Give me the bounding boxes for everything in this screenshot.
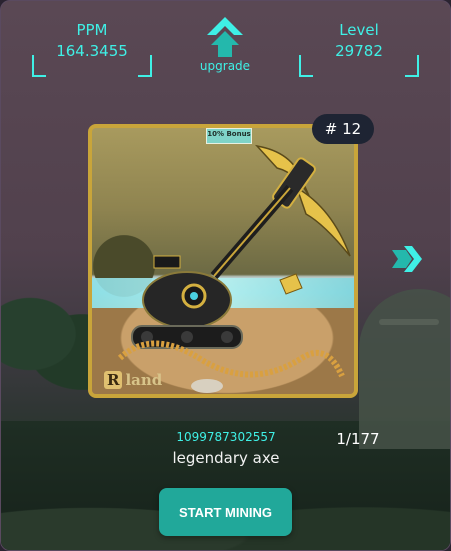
frame-corner-left (32, 55, 46, 77)
next-card-button[interactable] (390, 244, 424, 278)
upgrade-button[interactable]: upgrade (194, 15, 256, 85)
card-number-badge: # 12 (312, 114, 374, 144)
ppm-stat: PPM 164.3455 (32, 15, 152, 77)
token-id: 1099787302557 (176, 430, 276, 444)
ppm-label: PPM (76, 21, 108, 39)
double-chevron-right-icon (392, 246, 422, 272)
level-value: 29782 (335, 42, 383, 60)
mining-screen: PPM 164.3455 upgrade Level 29782 10% Bon… (0, 0, 451, 551)
frame-corner-right (138, 55, 152, 77)
level-label: Level (339, 21, 379, 39)
item-counter: 1/177 (336, 430, 380, 448)
background-dome (359, 289, 450, 449)
level-stat: Level 29782 (299, 15, 419, 77)
upgrade-label: upgrade (199, 59, 251, 73)
start-mining-button[interactable]: START MINING (159, 488, 292, 536)
bonus-badge: 10% Bonus (206, 128, 252, 144)
frame-corner-left (299, 55, 313, 77)
pickaxe-machine-illustration (117, 144, 351, 393)
frame-corner-right (405, 55, 419, 77)
ppm-value: 164.3455 (56, 42, 128, 60)
rland-logo: Rland (104, 371, 162, 389)
double-chevron-up-icon (207, 17, 243, 57)
item-name: legendary axe (172, 449, 280, 467)
nft-card-image[interactable]: 10% Bonus Rland (88, 124, 358, 398)
